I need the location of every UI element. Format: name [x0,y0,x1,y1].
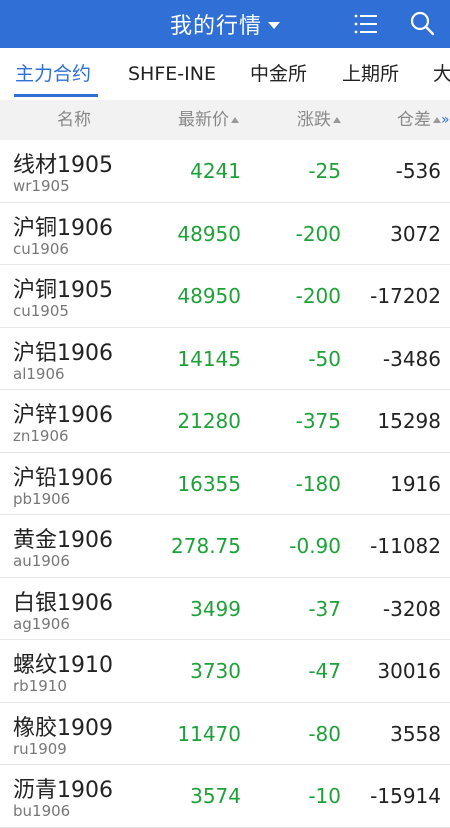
search-icon[interactable] [409,10,435,36]
column-price-label: 最新价 [178,110,229,130]
page-title-dropdown[interactable]: 我的行情 [0,0,450,48]
contract-code: cu1906 [13,239,69,258]
contract-name: 沪铜1905 [13,278,113,303]
contract-name: 螺纹1910 [13,653,113,678]
tab-cffex[interactable]: 中金所 [250,48,307,100]
latest-price: 3499 [190,596,241,621]
contract-name: 沪铜1906 [13,215,113,241]
contract-code: al1906 [13,364,65,383]
tab-main-contracts[interactable]: 主力合约 [15,48,91,100]
contract-code: au1906 [13,552,70,570]
price-change: -200 [295,284,341,308]
latest-price: 4241 [190,159,241,183]
contract-name: 线材1905 [13,153,113,178]
quote-row[interactable]: 黄金1906 au1906 278.75 -0.90 -11082 [0,515,450,578]
latest-price: 3574 [190,784,241,808]
contract-code: ag1906 [13,614,70,633]
contract-name: 沪锌1906 [13,403,113,428]
page-title: 我的行情 [169,14,262,39]
latest-price: 14145 [177,346,241,371]
column-change-header[interactable]: 涨跌 [297,100,341,140]
latest-price: 278.75 [171,534,241,558]
latest-price: 3730 [190,659,241,683]
contract-code: bu1906 [13,802,71,820]
column-oi-label: 仓差 [397,110,431,130]
price-change: -47 [308,659,341,683]
price-change: -375 [295,409,341,433]
latest-price: 11470 [177,721,241,746]
contract-name: 沥青1906 [13,778,113,803]
contract-name: 沪铝1906 [13,340,113,366]
open-interest-change: -15914 [370,784,441,808]
quote-row[interactable]: 沪铅1906 pb1906 16355 -180 1916 [0,452,450,515]
quote-row[interactable]: 白银1906 ag1906 3499 -37 -3208 [0,577,450,640]
quote-list: 线材1905 wr1905 4241 -25 -536 沪铜1906 cu1906 48950… [0,140,450,828]
open-interest-change: 1916 [390,471,441,496]
price-change: -0.90 [289,534,341,558]
open-interest-change: 3558 [390,721,441,746]
quote-row[interactable]: 沪锌1906 zn1906 21280 -375 15298 [0,390,450,453]
quote-row[interactable]: 沥青1906 bu1906 3574 -10 -15914 [0,765,450,828]
price-change: -180 [295,471,341,496]
contract-code: ru1909 [13,739,67,758]
contract-code: cu1905 [13,302,69,320]
latest-price: 21280 [177,409,241,433]
quote-row[interactable]: 沪铜1905 cu1905 48950 -200 -17202 [0,265,450,328]
contract-name: 白银1906 [13,590,113,616]
contract-name: 橡胶1909 [13,715,113,741]
top-app-bar: 我的行情 [0,0,450,48]
column-change-label: 涨跌 [297,110,331,130]
market-tabs: 主力合约 SHFE-INE 中金所 上期所 大 [0,48,450,100]
column-oi-header[interactable]: 仓差 [397,100,441,140]
quote-row[interactable]: 线材1905 wr1905 4241 -25 -536 [0,140,450,203]
column-header-row: 名称 最新价 涨跌 仓差 » [0,100,450,140]
price-change: -37 [308,596,341,621]
contract-code: pb1906 [13,489,71,508]
latest-price: 16355 [177,471,241,496]
open-interest-change: -536 [395,159,441,183]
price-change: -10 [308,784,341,808]
scroll-right-icon[interactable]: » [441,100,450,140]
column-price-header[interactable]: 最新价 [178,100,239,140]
quote-row[interactable]: 沪铝1906 al1906 14145 -50 -3486 [0,327,450,390]
open-interest-change: -3486 [382,346,441,371]
tab-shfe[interactable]: 上期所 [342,48,399,100]
latest-price: 48950 [177,284,241,308]
contract-code: zn1906 [13,427,69,445]
quote-row[interactable]: 沪铜1906 cu1906 48950 -200 3072 [0,202,450,265]
price-change: -200 [295,221,341,246]
quote-row[interactable]: 螺纹1910 rb1910 3730 -47 30016 [0,640,450,703]
contract-name: 沪铅1906 [13,465,113,491]
sort-icon [333,117,341,123]
contract-name: 黄金1906 [13,528,113,553]
latest-price: 48950 [177,221,241,246]
chevron-down-icon [268,21,280,29]
tab-dce[interactable]: 大 [433,48,450,100]
column-name-header: 名称 [57,110,91,130]
open-interest-change: -3208 [382,596,441,621]
price-change: -25 [308,159,341,183]
price-change: -80 [308,721,341,746]
active-tab-indicator [14,94,98,97]
sort-icon [231,117,239,123]
contract-code: wr1905 [13,177,70,195]
sort-icon [433,117,441,123]
open-interest-change: 30016 [377,659,441,683]
open-interest-change: 15298 [377,409,441,433]
open-interest-change: -11082 [370,534,441,558]
price-change: -50 [308,346,341,371]
tab-shfe-ine[interactable]: SHFE-INE [128,48,216,100]
menu-list-icon[interactable] [353,11,379,37]
open-interest-change: -17202 [370,284,441,308]
contract-code: rb1910 [13,677,67,695]
quote-row[interactable]: 橡胶1909 ru1909 11470 -80 3558 [0,702,450,765]
open-interest-change: 3072 [390,221,441,246]
